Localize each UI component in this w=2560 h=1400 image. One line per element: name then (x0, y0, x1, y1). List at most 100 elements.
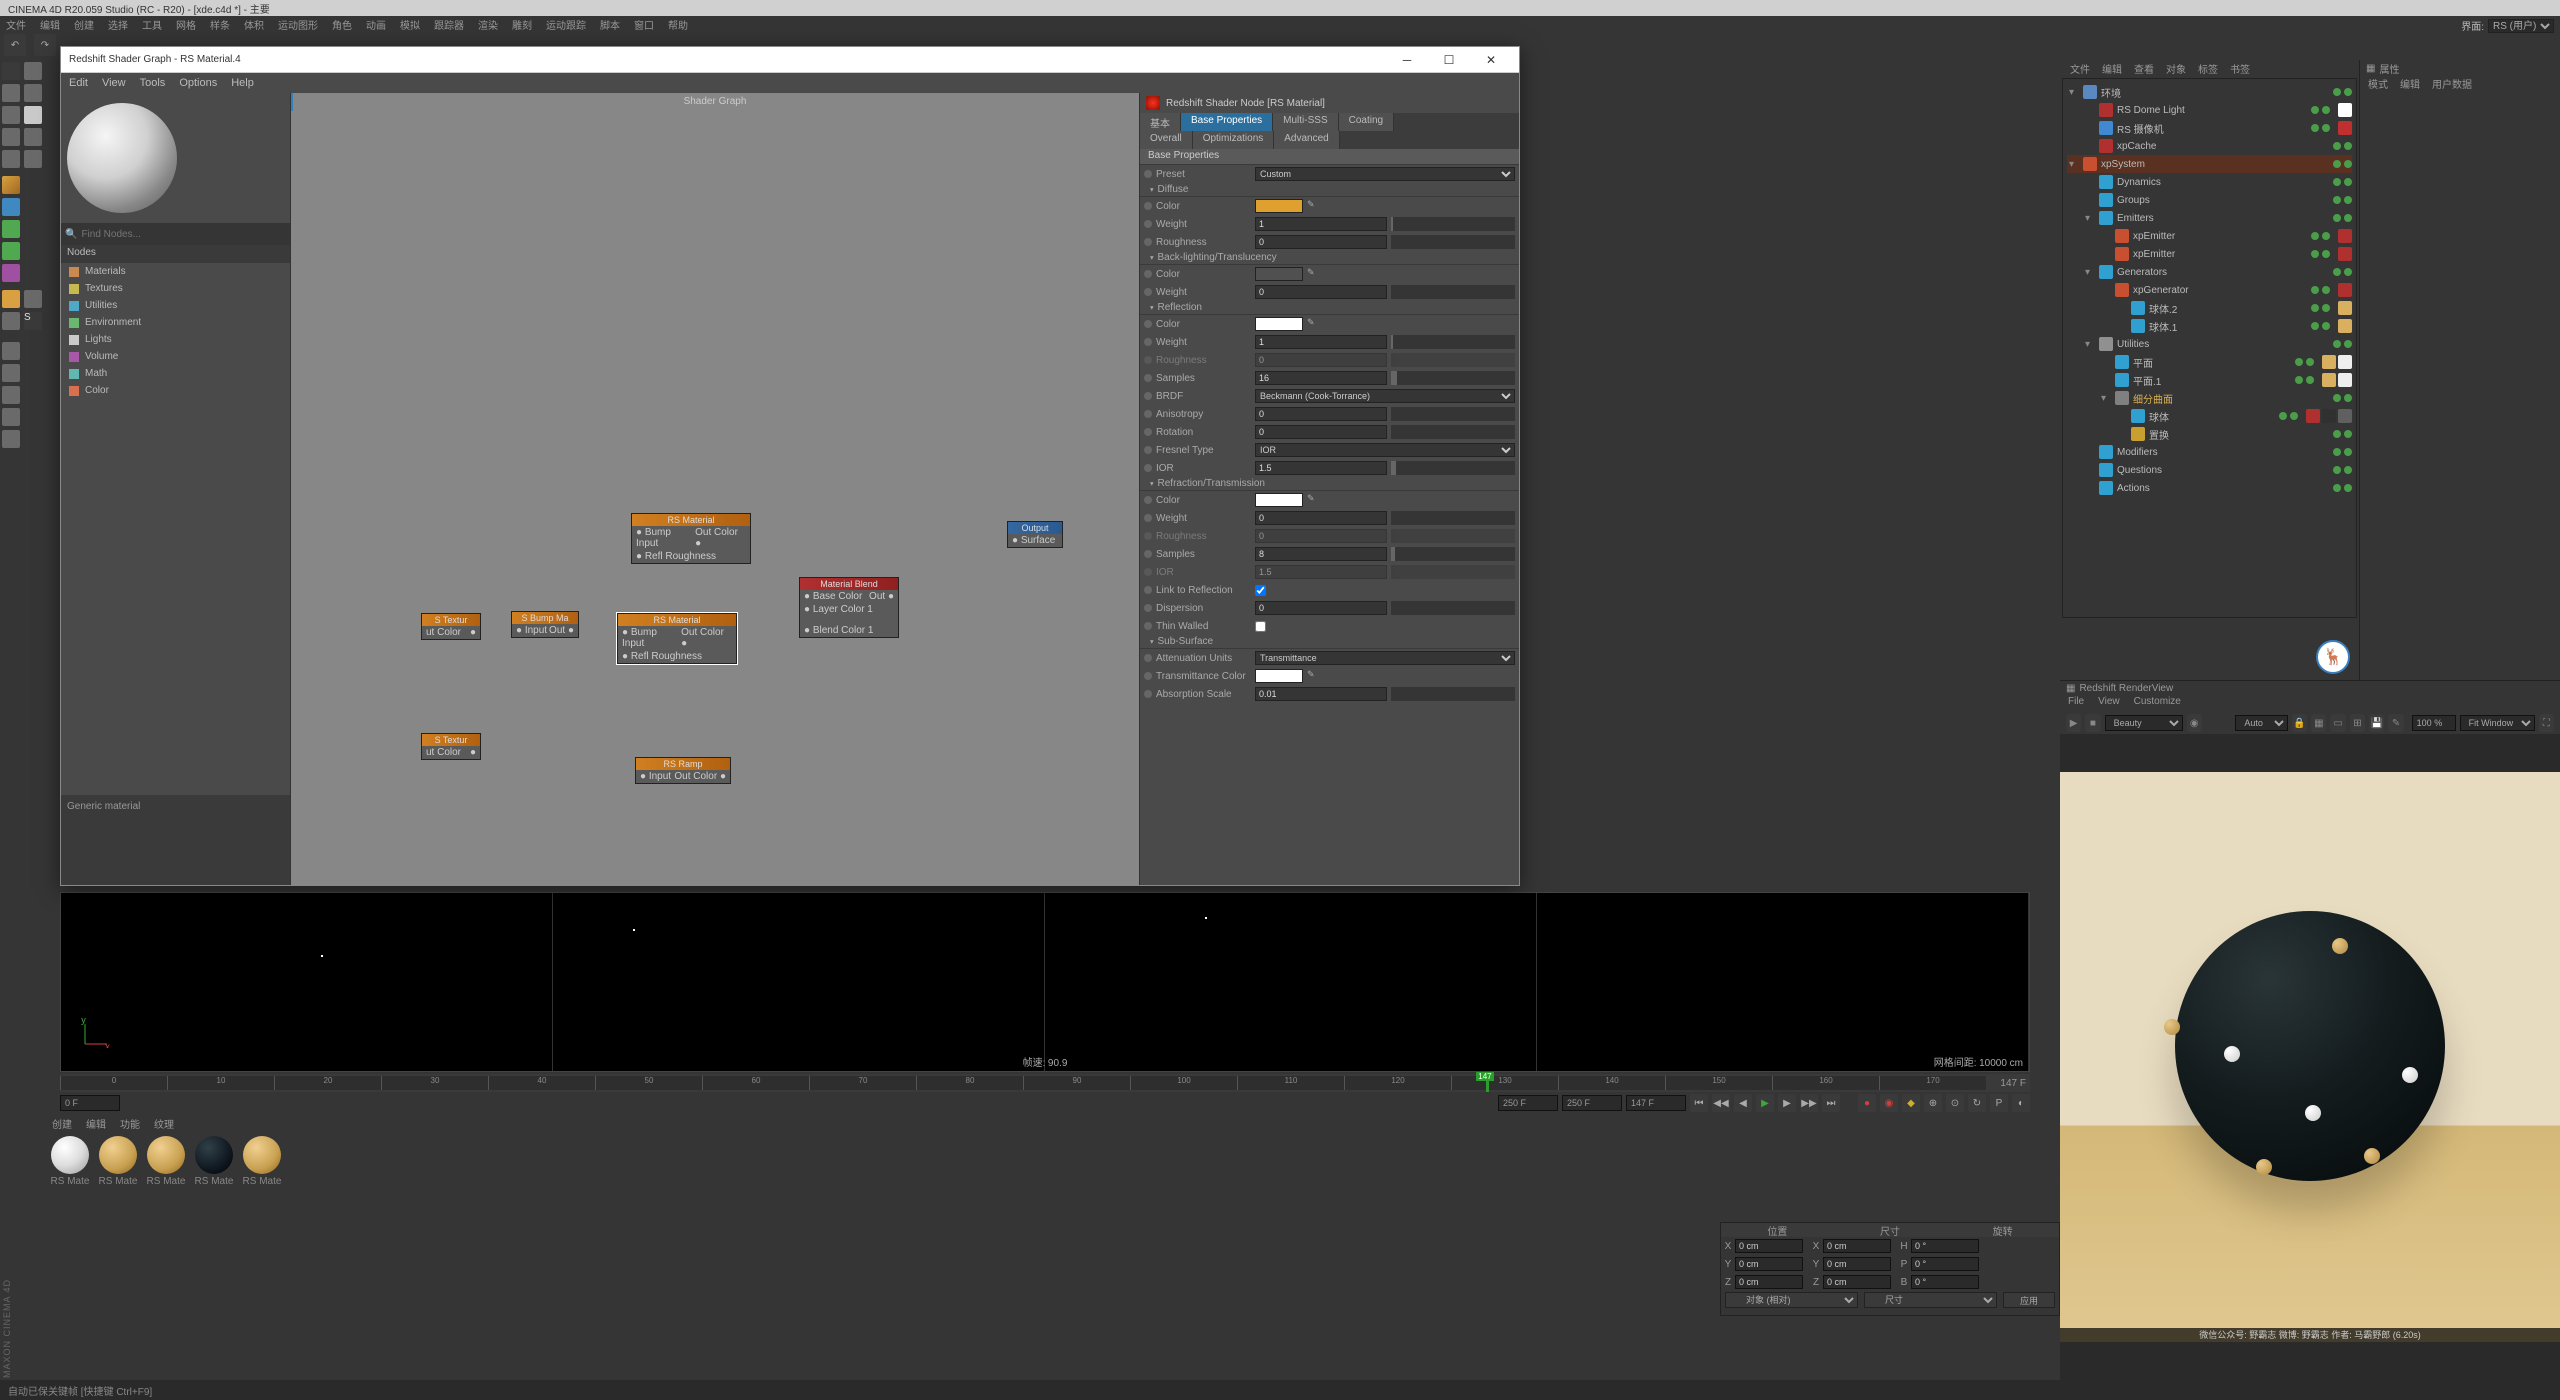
row-trans-color[interactable]: Transmittance Color✎ (1140, 667, 1519, 685)
coord-mode-select[interactable]: 对象 (相对) (1725, 1292, 1858, 1308)
step-fwd[interactable]: ▶▶ (1800, 1094, 1818, 1112)
tool-deformer[interactable] (2, 264, 20, 282)
tool-light[interactable] (2, 312, 20, 330)
tree-RS Dome Light[interactable]: RS Dome Light (2067, 101, 2352, 119)
viewport-right[interactable] (1045, 893, 1537, 1071)
sw-menu-help[interactable]: Help (231, 77, 254, 89)
obj-tab-对象[interactable]: 对象 (2166, 61, 2186, 76)
tree-Generators[interactable]: ▾Generators (2067, 263, 2352, 281)
tool-cube[interactable] (2, 176, 20, 194)
slider-diff-weight[interactable] (1391, 217, 1515, 231)
tree-xpGenerator[interactable]: xpGenerator (2067, 281, 2352, 299)
frame-start[interactable] (60, 1095, 120, 1111)
obj-tab-查看[interactable]: 查看 (2134, 61, 2154, 76)
menu-角色[interactable]: 角色 (332, 17, 352, 32)
step-back[interactable]: ◀◀ (1712, 1094, 1730, 1112)
mat-tab-纹理[interactable]: 纹理 (154, 1116, 174, 1132)
tree-Groups[interactable]: Groups (2067, 191, 2352, 209)
renderview-menubar[interactable]: FileViewCustomize (2060, 696, 2560, 712)
thinwalled-checkbox[interactable] (1255, 621, 1266, 632)
key-pos[interactable]: ⊕ (1924, 1094, 1942, 1112)
mode-point[interactable] (2, 386, 20, 404)
menu-编辑[interactable]: 编辑 (40, 17, 60, 32)
node-search[interactable]: 🔍 (61, 223, 290, 245)
attribute-tabs[interactable]: 模式编辑用户数据 (2360, 76, 2560, 92)
row-brdf[interactable]: BRDFBeckmann (Cook-Torrance) (1140, 387, 1519, 405)
minimize-button[interactable]: ─ (1387, 49, 1427, 71)
row-refl-weight[interactable]: Weight1 (1140, 333, 1519, 351)
row-diff-rough[interactable]: Roughness0 (1140, 233, 1519, 251)
menu-选择[interactable]: 选择 (108, 17, 128, 32)
row-thinwalled[interactable]: Thin Walled (1140, 617, 1519, 635)
sw-menu-options[interactable]: Options (179, 77, 217, 89)
key-param[interactable]: P (1990, 1094, 2008, 1112)
menu-脚本[interactable]: 脚本 (600, 17, 620, 32)
playhead[interactable]: 147 (1486, 1074, 1489, 1092)
mode-poly[interactable] (2, 430, 20, 448)
material-4[interactable]: RS Mate (240, 1136, 284, 1188)
menu-窗口[interactable]: 窗口 (634, 17, 654, 32)
subsec-reflection[interactable]: Reflection (1140, 301, 1519, 315)
tree-xpEmitter[interactable]: xpEmitter (2067, 245, 2352, 263)
menu-动画[interactable]: 动画 (366, 17, 386, 32)
sw-menu-view[interactable]: View (102, 77, 126, 89)
tree-置换[interactable]: 置换 (2067, 425, 2352, 443)
tool-rotate[interactable] (24, 84, 42, 102)
diffuse-color-swatch[interactable] (1255, 199, 1303, 213)
menu-模拟[interactable]: 模拟 (400, 17, 420, 32)
node-rs-material-2[interactable]: RS Material ● Bump InputOut Color ● ● Re… (617, 613, 737, 664)
mat-tab-功能[interactable]: 功能 (120, 1116, 140, 1132)
shader-graph-canvas[interactable]: Shader Graph S Textur ut Color● S Textur… (291, 93, 1139, 885)
props-tabs-row2[interactable]: OverallOptimizationsAdvanced (1140, 131, 1519, 149)
tool-nurbs[interactable] (2, 220, 20, 238)
rv-auto-select[interactable]: Auto (2235, 715, 2288, 731)
goto-start[interactable]: ⏮ (1690, 1094, 1708, 1112)
node-rs-material-1[interactable]: RS Material ● Bump InputOut Color ● ● Re… (631, 513, 751, 564)
ptab2-1[interactable]: Optimizations (1193, 131, 1275, 149)
frame-max[interactable] (1626, 1095, 1686, 1111)
node-material-blend[interactable]: Material Blend ● Base ColorOut ● ● Layer… (799, 577, 899, 638)
row-refr-rough[interactable]: Roughness0 (1140, 527, 1519, 545)
tool-snap[interactable] (24, 128, 42, 146)
obj-tab-书签[interactable]: 书签 (2230, 61, 2250, 76)
rv-picker[interactable]: ✎ (2388, 714, 2403, 732)
layout-select[interactable]: RS (用户) (2488, 19, 2554, 33)
goto-end[interactable]: ⏭ (1822, 1094, 1840, 1112)
tree-球体.1[interactable]: 球体.1 (2067, 317, 2352, 335)
rv-menu-view[interactable]: View (2098, 696, 2120, 712)
frame-range-end2[interactable] (1562, 1095, 1622, 1111)
ptab-0[interactable]: 基本 (1140, 113, 1181, 131)
rv-lock[interactable]: 🔒 (2292, 714, 2307, 732)
key-scale[interactable]: ⊙ (1946, 1094, 1964, 1112)
tool-scale[interactable] (2, 84, 20, 102)
tree-球体.2[interactable]: 球体.2 (2067, 299, 2352, 317)
rv-fit-select[interactable]: Fit Window (2460, 715, 2535, 731)
tool-recent[interactable] (2, 106, 20, 124)
mode-edge[interactable] (2, 408, 20, 426)
rv-menu-file[interactable]: File (2068, 696, 2084, 712)
redo-button[interactable]: ↷ (34, 34, 56, 56)
tool-workplane[interactable] (2, 150, 20, 168)
coord-apply-button[interactable]: 应用 (2003, 1292, 2055, 1308)
row-dispersion[interactable]: Dispersion0 (1140, 599, 1519, 617)
row-atten-units[interactable]: Attenuation UnitsTransmittance (1140, 649, 1519, 667)
tree-细分曲面[interactable]: ▾细分曲面 (2067, 389, 2352, 407)
node-cat-math[interactable]: Math (61, 365, 290, 382)
tree-Actions[interactable]: Actions (2067, 479, 2352, 497)
obj-tab-文件[interactable]: 文件 (2070, 61, 2090, 76)
shader-window-titlebar[interactable]: Redshift Shader Graph - RS Material.4 ─ … (61, 47, 1519, 73)
coord-size-select[interactable]: 尺寸 (1864, 1292, 1997, 1308)
node-cat-textures[interactable]: Textures (61, 280, 290, 297)
tree-Modifiers[interactable]: Modifiers (2067, 443, 2352, 461)
keyframe-button[interactable]: ◆ (1902, 1094, 1920, 1112)
viewport-row[interactable]: yx 帧速: 90.9 网格间距: 10000 cm (60, 892, 2030, 1072)
rv-render-button[interactable]: ▶ (2066, 714, 2081, 732)
autokey-button[interactable]: ◉ (1880, 1094, 1898, 1112)
next-frame[interactable]: ▶ (1778, 1094, 1796, 1112)
tree-平面[interactable]: 平面 (2067, 353, 2352, 371)
tool-env[interactable] (2, 290, 20, 308)
tree-RS 摄像机[interactable]: RS 摄像机 (2067, 119, 2352, 137)
node-texture-1[interactable]: S Textur ut Color● (421, 613, 481, 640)
search-input[interactable] (81, 229, 286, 240)
props-tabs-row1[interactable]: 基本Base PropertiesMulti-SSSCoating (1140, 113, 1519, 131)
